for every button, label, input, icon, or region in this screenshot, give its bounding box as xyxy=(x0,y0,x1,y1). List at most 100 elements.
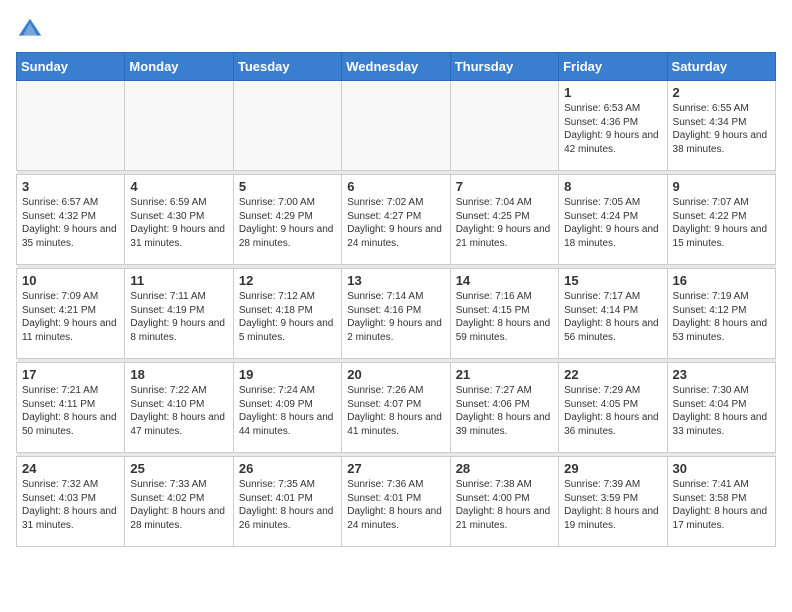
calendar-cell: 23 Sunrise: 7:30 AM Sunset: 4:04 PM Dayli… xyxy=(667,363,775,453)
logo xyxy=(16,16,48,44)
calendar-cell: 17Sunrise: 7:21 AM Sunset: 4:11 PM Dayli… xyxy=(17,363,125,453)
day-info: Sunrise: 7:27 AM Sunset: 4:06 PM Dayligh… xyxy=(456,384,553,438)
day-info: Sunrise: 7:32 AM Sunset: 4:03 PM Dayligh… xyxy=(22,478,119,532)
calendar-cell: 20 Sunrise: 7:26 AM Sunset: 4:07 PM Dayli… xyxy=(342,363,450,453)
calendar-cell: 3 Sunrise: 6:57 AM Sunset: 4:32 PM Daylig… xyxy=(17,175,125,265)
calendar-cell: 15 Sunrise: 7:17 AM Sunset: 4:14 PM Dayli… xyxy=(559,269,667,359)
calendar-cell: 1 Sunrise: 6:53 AM Sunset: 4:36 PM Daylig… xyxy=(559,81,667,171)
day-number: 5 xyxy=(239,179,336,194)
day-number: 26 xyxy=(239,461,336,476)
calendar-cell: 4 Sunrise: 6:59 AM Sunset: 4:30 PM Daylig… xyxy=(125,175,233,265)
day-number: 15 xyxy=(564,273,661,288)
day-number: 17 xyxy=(22,367,119,382)
day-number: 12 xyxy=(239,273,336,288)
day-info: Sunrise: 6:57 AM Sunset: 4:32 PM Dayligh… xyxy=(22,196,119,250)
day-info: Sunrise: 7:14 AM Sunset: 4:16 PM Dayligh… xyxy=(347,290,444,344)
calendar-cell: 27 Sunrise: 7:36 AM Sunset: 4:01 PM Dayli… xyxy=(342,457,450,547)
day-info: Sunrise: 7:11 AM Sunset: 4:19 PM Dayligh… xyxy=(130,290,227,344)
day-info: Sunrise: 7:07 AM Sunset: 4:22 PM Dayligh… xyxy=(673,196,770,250)
day-info: Sunrise: 7:39 AM Sunset: 3:59 PM Dayligh… xyxy=(564,478,661,532)
logo-icon xyxy=(16,16,44,44)
calendar-cell: 22 Sunrise: 7:29 AM Sunset: 4:05 PM Dayli… xyxy=(559,363,667,453)
calendar-cell: 5 Sunrise: 7:00 AM Sunset: 4:29 PM Daylig… xyxy=(233,175,341,265)
calendar-week-row: 10 Sunrise: 7:09 AM Sunset: 4:21 PM Dayli… xyxy=(17,269,776,359)
calendar-week-row: 3 Sunrise: 6:57 AM Sunset: 4:32 PM Daylig… xyxy=(17,175,776,265)
weekday-header: Sunday xyxy=(17,53,125,81)
day-info: Sunrise: 6:53 AM Sunset: 4:36 PM Dayligh… xyxy=(564,102,661,156)
day-info: Sunrise: 7:00 AM Sunset: 4:29 PM Dayligh… xyxy=(239,196,336,250)
day-info: Sunrise: 7:12 AM Sunset: 4:18 PM Dayligh… xyxy=(239,290,336,344)
day-info: Sunrise: 7:22 AM Sunset: 4:10 PM Dayligh… xyxy=(130,384,227,438)
calendar-cell xyxy=(17,81,125,171)
day-number: 9 xyxy=(673,179,770,194)
day-info: Sunrise: 7:05 AM Sunset: 4:24 PM Dayligh… xyxy=(564,196,661,250)
day-info: Sunrise: 7:24 AM Sunset: 4:09 PM Dayligh… xyxy=(239,384,336,438)
calendar-cell: 13 Sunrise: 7:14 AM Sunset: 4:16 PM Dayli… xyxy=(342,269,450,359)
calendar-body: 1 Sunrise: 6:53 AM Sunset: 4:36 PM Daylig… xyxy=(17,81,776,547)
day-number: 25 xyxy=(130,461,227,476)
day-number: 21 xyxy=(456,367,553,382)
day-number: 4 xyxy=(130,179,227,194)
day-number: 2 xyxy=(673,85,770,100)
day-number: 3 xyxy=(22,179,119,194)
day-number: 13 xyxy=(347,273,444,288)
day-number: 11 xyxy=(130,273,227,288)
weekday-header-row: SundayMondayTuesdayWednesdayThursdayFrid… xyxy=(17,53,776,81)
calendar-cell: 14 Sunrise: 7:16 AM Sunset: 4:15 PM Dayli… xyxy=(450,269,558,359)
calendar-cell: 24Sunrise: 7:32 AM Sunset: 4:03 PM Dayli… xyxy=(17,457,125,547)
calendar-cell: 28 Sunrise: 7:38 AM Sunset: 4:00 PM Dayli… xyxy=(450,457,558,547)
day-info: Sunrise: 6:55 AM Sunset: 4:34 PM Dayligh… xyxy=(673,102,770,156)
calendar-cell xyxy=(125,81,233,171)
day-number: 18 xyxy=(130,367,227,382)
day-number: 29 xyxy=(564,461,661,476)
weekday-header: Thursday xyxy=(450,53,558,81)
day-info: Sunrise: 7:09 AM Sunset: 4:21 PM Dayligh… xyxy=(22,290,119,344)
day-number: 30 xyxy=(673,461,770,476)
day-number: 27 xyxy=(347,461,444,476)
calendar-cell: 12 Sunrise: 7:12 AM Sunset: 4:18 PM Dayli… xyxy=(233,269,341,359)
calendar-cell: 11 Sunrise: 7:11 AM Sunset: 4:19 PM Dayli… xyxy=(125,269,233,359)
day-info: Sunrise: 7:16 AM Sunset: 4:15 PM Dayligh… xyxy=(456,290,553,344)
calendar-cell: 8 Sunrise: 7:05 AM Sunset: 4:24 PM Daylig… xyxy=(559,175,667,265)
day-number: 10 xyxy=(22,273,119,288)
day-info: Sunrise: 7:38 AM Sunset: 4:00 PM Dayligh… xyxy=(456,478,553,532)
calendar-cell: 10 Sunrise: 7:09 AM Sunset: 4:21 PM Dayli… xyxy=(17,269,125,359)
weekday-header: Friday xyxy=(559,53,667,81)
calendar-cell: 25 Sunrise: 7:33 AM Sunset: 4:02 PM Dayli… xyxy=(125,457,233,547)
calendar-cell: 18 Sunrise: 7:22 AM Sunset: 4:10 PM Dayli… xyxy=(125,363,233,453)
day-info: Sunrise: 7:19 AM Sunset: 4:12 PM Dayligh… xyxy=(673,290,770,344)
calendar-cell: 30 Sunrise: 7:41 AM Sunset: 3:58 PM Dayli… xyxy=(667,457,775,547)
day-info: Sunrise: 7:35 AM Sunset: 4:01 PM Dayligh… xyxy=(239,478,336,532)
day-info: Sunrise: 7:33 AM Sunset: 4:02 PM Dayligh… xyxy=(130,478,227,532)
calendar-table: SundayMondayTuesdayWednesdayThursdayFrid… xyxy=(16,52,776,547)
day-number: 8 xyxy=(564,179,661,194)
day-number: 20 xyxy=(347,367,444,382)
day-number: 23 xyxy=(673,367,770,382)
day-info: Sunrise: 7:17 AM Sunset: 4:14 PM Dayligh… xyxy=(564,290,661,344)
calendar-cell xyxy=(342,81,450,171)
day-number: 16 xyxy=(673,273,770,288)
weekday-header: Wednesday xyxy=(342,53,450,81)
calendar-cell: 6Sunrise: 7:02 AM Sunset: 4:27 PM Daylig… xyxy=(342,175,450,265)
day-info: Sunrise: 7:36 AM Sunset: 4:01 PM Dayligh… xyxy=(347,478,444,532)
day-number: 1 xyxy=(564,85,661,100)
weekday-header: Saturday xyxy=(667,53,775,81)
calendar-cell: 9 Sunrise: 7:07 AM Sunset: 4:22 PM Daylig… xyxy=(667,175,775,265)
calendar-week-row: 24Sunrise: 7:32 AM Sunset: 4:03 PM Dayli… xyxy=(17,457,776,547)
day-number: 28 xyxy=(456,461,553,476)
day-number: 22 xyxy=(564,367,661,382)
day-number: 7 xyxy=(456,179,553,194)
day-info: Sunrise: 7:29 AM Sunset: 4:05 PM Dayligh… xyxy=(564,384,661,438)
day-number: 6 xyxy=(347,179,444,194)
day-number: 19 xyxy=(239,367,336,382)
calendar-cell: 7 Sunrise: 7:04 AM Sunset: 4:25 PM Daylig… xyxy=(450,175,558,265)
day-info: Sunrise: 7:26 AM Sunset: 4:07 PM Dayligh… xyxy=(347,384,444,438)
day-info: Sunrise: 7:30 AM Sunset: 4:04 PM Dayligh… xyxy=(673,384,770,438)
calendar-cell: 26 Sunrise: 7:35 AM Sunset: 4:01 PM Dayli… xyxy=(233,457,341,547)
day-info: Sunrise: 7:41 AM Sunset: 3:58 PM Dayligh… xyxy=(673,478,770,532)
day-number: 14 xyxy=(456,273,553,288)
day-info: Sunrise: 7:04 AM Sunset: 4:25 PM Dayligh… xyxy=(456,196,553,250)
day-info: Sunrise: 6:59 AM Sunset: 4:30 PM Dayligh… xyxy=(130,196,227,250)
calendar-cell xyxy=(450,81,558,171)
calendar-cell: 19 Sunrise: 7:24 AM Sunset: 4:09 PM Dayli… xyxy=(233,363,341,453)
